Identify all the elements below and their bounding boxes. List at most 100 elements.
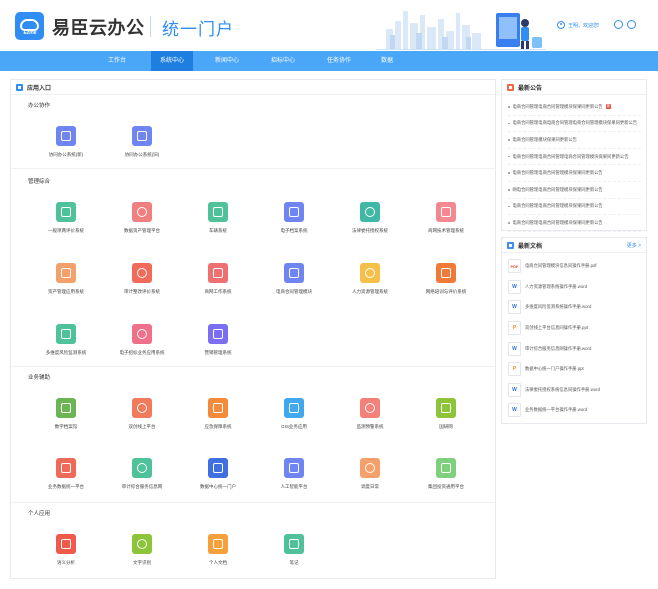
app-label: 协同办公系统(新) <box>48 152 84 157</box>
app-icon <box>56 324 76 344</box>
doc-list: PDF 电商合同管理模块信息同操作手册.pdf W 人力资源管理系统操作手册.word… <box>502 253 646 421</box>
notice-item[interactable]: 电商合同管理电商合同管理模块保果同更新公告 <box>508 165 641 182</box>
app-tile[interactable]: 数据资产管理平台 <box>112 202 172 234</box>
top-header: Ezine 易臣云办公 统一门户 王明，欢迎您! <box>0 0 658 51</box>
app-tile[interactable]: 监测预警系统 <box>340 398 400 430</box>
notice-item[interactable]: 电商合同管理电商合同管理模块保果同更新公告 <box>508 215 641 232</box>
app-label: 车辆系统 <box>209 228 227 233</box>
doc-item[interactable]: W 审计综合服务信息网操作手册.word <box>508 338 641 359</box>
nav-task-collab[interactable]: 任务协作 <box>318 51 360 71</box>
main-nav: 工作台 系统中心 新闻中心 招标中心 任务协作 数据 <box>0 51 658 71</box>
nav-system-center[interactable]: 系统中心 <box>151 51 193 71</box>
doc-item[interactable]: W 多维度风险监测系统操作手册.word <box>508 297 641 318</box>
nav-workbench[interactable]: 工作台 <box>96 51 138 71</box>
app-icon <box>284 458 304 478</box>
app-tile[interactable]: 双创线上平台 <box>112 398 172 430</box>
app-icon <box>132 324 152 344</box>
nav-news-center[interactable]: 新闻中心 <box>206 51 248 71</box>
app-label: 营销管理系统 <box>204 350 232 355</box>
word-file-icon: W <box>508 300 521 315</box>
ezine-logo[interactable]: Ezine <box>15 12 44 40</box>
notice-item[interactable]: 电商合同管理电商电商合同管理电商合同管理模块保果同更新公告 <box>508 116 641 133</box>
app-tile[interactable]: 人力资源管理系统 <box>340 263 400 295</box>
app-tile[interactable]: 人工智能平台 <box>264 458 324 490</box>
app-tile[interactable]: 营销管理系统 <box>188 324 248 356</box>
app-tile[interactable]: 审计整改评价系统 <box>112 263 172 295</box>
app-tile[interactable]: 业务数据统一平台 <box>36 458 96 490</box>
app-icon <box>56 263 76 283</box>
app-icon <box>360 202 380 222</box>
notice-item[interactable]: 电商合同管理电商合同管理电商合同管理模块保果同更新公告 <box>508 149 641 166</box>
app-tile[interactable]: 商网技术管理系统 <box>416 202 476 234</box>
app-tile[interactable]: 商网工作系统 <box>188 263 248 295</box>
nav-bidding-center[interactable]: 招标中心 <box>262 51 304 71</box>
app-entry-header: 应用入口 <box>11 80 495 95</box>
app-icon <box>284 202 304 222</box>
doc-item[interactable]: W 业务数据统一平台操作手册.word <box>508 400 641 421</box>
app-label: 审计整改评价系统 <box>124 289 160 294</box>
doc-item[interactable]: P 数据中心统一门户操作手册.ppt <box>508 359 641 380</box>
notice-text: 电商合同管理电商电商合同管理电商合同管理模块保果同更新公告 <box>512 120 638 126</box>
app-tile[interactable]: 个人文档 <box>188 534 248 566</box>
more-link[interactable]: 更多 > <box>627 242 641 249</box>
app-tile[interactable]: 审计综合服务信息网 <box>112 458 172 490</box>
app-icon <box>436 263 456 283</box>
ppt-file-icon: P <box>508 321 521 336</box>
power-icon[interactable] <box>627 20 636 29</box>
app-icon <box>132 458 152 478</box>
app-tile[interactable]: 协同办公系统(旧) <box>112 126 172 158</box>
app-icon <box>284 534 304 554</box>
bullet-icon <box>508 139 510 141</box>
app-tile[interactable]: 多维度风险监测系统 <box>36 324 96 356</box>
doc-item[interactable]: P 双创线上平台信息同操作手册.ppt <box>508 318 641 339</box>
app-icon <box>360 398 380 418</box>
app-tile[interactable]: 网络培训与评价系统 <box>416 263 476 295</box>
app-entry-panel: 应用入口 办公协作 协同办公系统(新) 协同办公系统(旧) 管理综合 一般项两评… <box>10 79 496 579</box>
nav-data[interactable]: 数据 <box>366 51 408 71</box>
app-tile[interactable]: 笔记 <box>264 534 324 566</box>
app-tile[interactable]: 集团投资通用平台 <box>416 458 476 490</box>
app-tile[interactable]: 数据中心统一门户 <box>188 458 248 490</box>
doc-name: 人力资源管理系统操作手册.word <box>525 283 588 289</box>
settings-icon[interactable] <box>614 20 623 29</box>
app-tile[interactable]: 车辆系统 <box>188 202 248 234</box>
city-skyline-illustration <box>376 11 546 50</box>
app-tile[interactable]: 电商合同管理模块 <box>264 263 324 295</box>
user-greeting[interactable]: 王明，欢迎您! <box>557 21 599 29</box>
section-office: 办公协作 <box>28 103 51 109</box>
word-file-icon: W <box>508 279 521 294</box>
app-label: 应急保障系统 <box>204 424 232 429</box>
doc-name: 数据中心统一门户操作手册.ppt <box>525 366 584 372</box>
app-label: 集团投资通用平台 <box>428 484 464 489</box>
app-tile[interactable]: GIS业务应用 <box>264 398 324 430</box>
app-tile[interactable]: 语义分析 <box>36 534 96 566</box>
notice-item[interactable]: 电商合同管理电商合同管理模块保果同更新公告 <box>508 199 641 216</box>
app-tile[interactable]: 一般项两评价系统 <box>36 202 96 234</box>
section-personal: 个人应用 <box>28 511 51 517</box>
doc-item[interactable]: W 人力资源管理系统操作手册.word <box>508 277 641 298</box>
section-business: 业务辅助 <box>28 375 51 381</box>
notice-item[interactable]: 电商合同管理电商合同管理模块保果同更新公告新 <box>508 99 641 116</box>
notice-panel: 最新公告 电商合同管理电商合同管理模块保果同更新公告新电商合同管理电商电商合同管… <box>501 79 647 232</box>
app-tile[interactable]: 电子档案系统 <box>264 202 324 234</box>
app-tile[interactable]: 应急保障系统 <box>188 398 248 430</box>
doc-item[interactable]: W 法律委托授权系统信息同操作手册.word <box>508 380 641 401</box>
notice-item[interactable]: 网电合同管理电商合同管理模块保果同更新公告 <box>508 182 641 199</box>
doc-item[interactable]: PDF 电商合同管理模块信息同操作手册.pdf <box>508 256 641 277</box>
app-label: 国研网 <box>439 424 453 429</box>
app-tile[interactable]: 调度日常 <box>340 458 400 490</box>
app-tile[interactable]: 国研网 <box>416 398 476 430</box>
app-icon <box>284 263 304 283</box>
notice-item[interactable]: 电商合同管理模块保果同更新公告 <box>508 132 641 149</box>
notice-text: 电商合同管理电商合同管理模块保果同更新公告 <box>512 170 603 176</box>
ppt-file-icon: P <box>508 362 521 377</box>
section-management: 管理综合 <box>28 179 51 185</box>
app-tile[interactable]: 文字识别 <box>112 534 172 566</box>
app-tile[interactable]: 资产管理应用系统 <box>36 263 96 295</box>
app-tile[interactable]: 数字档案馆 <box>36 398 96 430</box>
user-icon <box>557 21 565 29</box>
app-tile[interactable]: 电子招标业务应用系统 <box>112 324 172 356</box>
app-label: 一般项两评价系统 <box>48 228 84 233</box>
app-tile[interactable]: 协同办公系统(新) <box>36 126 96 158</box>
app-tile[interactable]: 法律委托授权系统 <box>340 202 400 234</box>
